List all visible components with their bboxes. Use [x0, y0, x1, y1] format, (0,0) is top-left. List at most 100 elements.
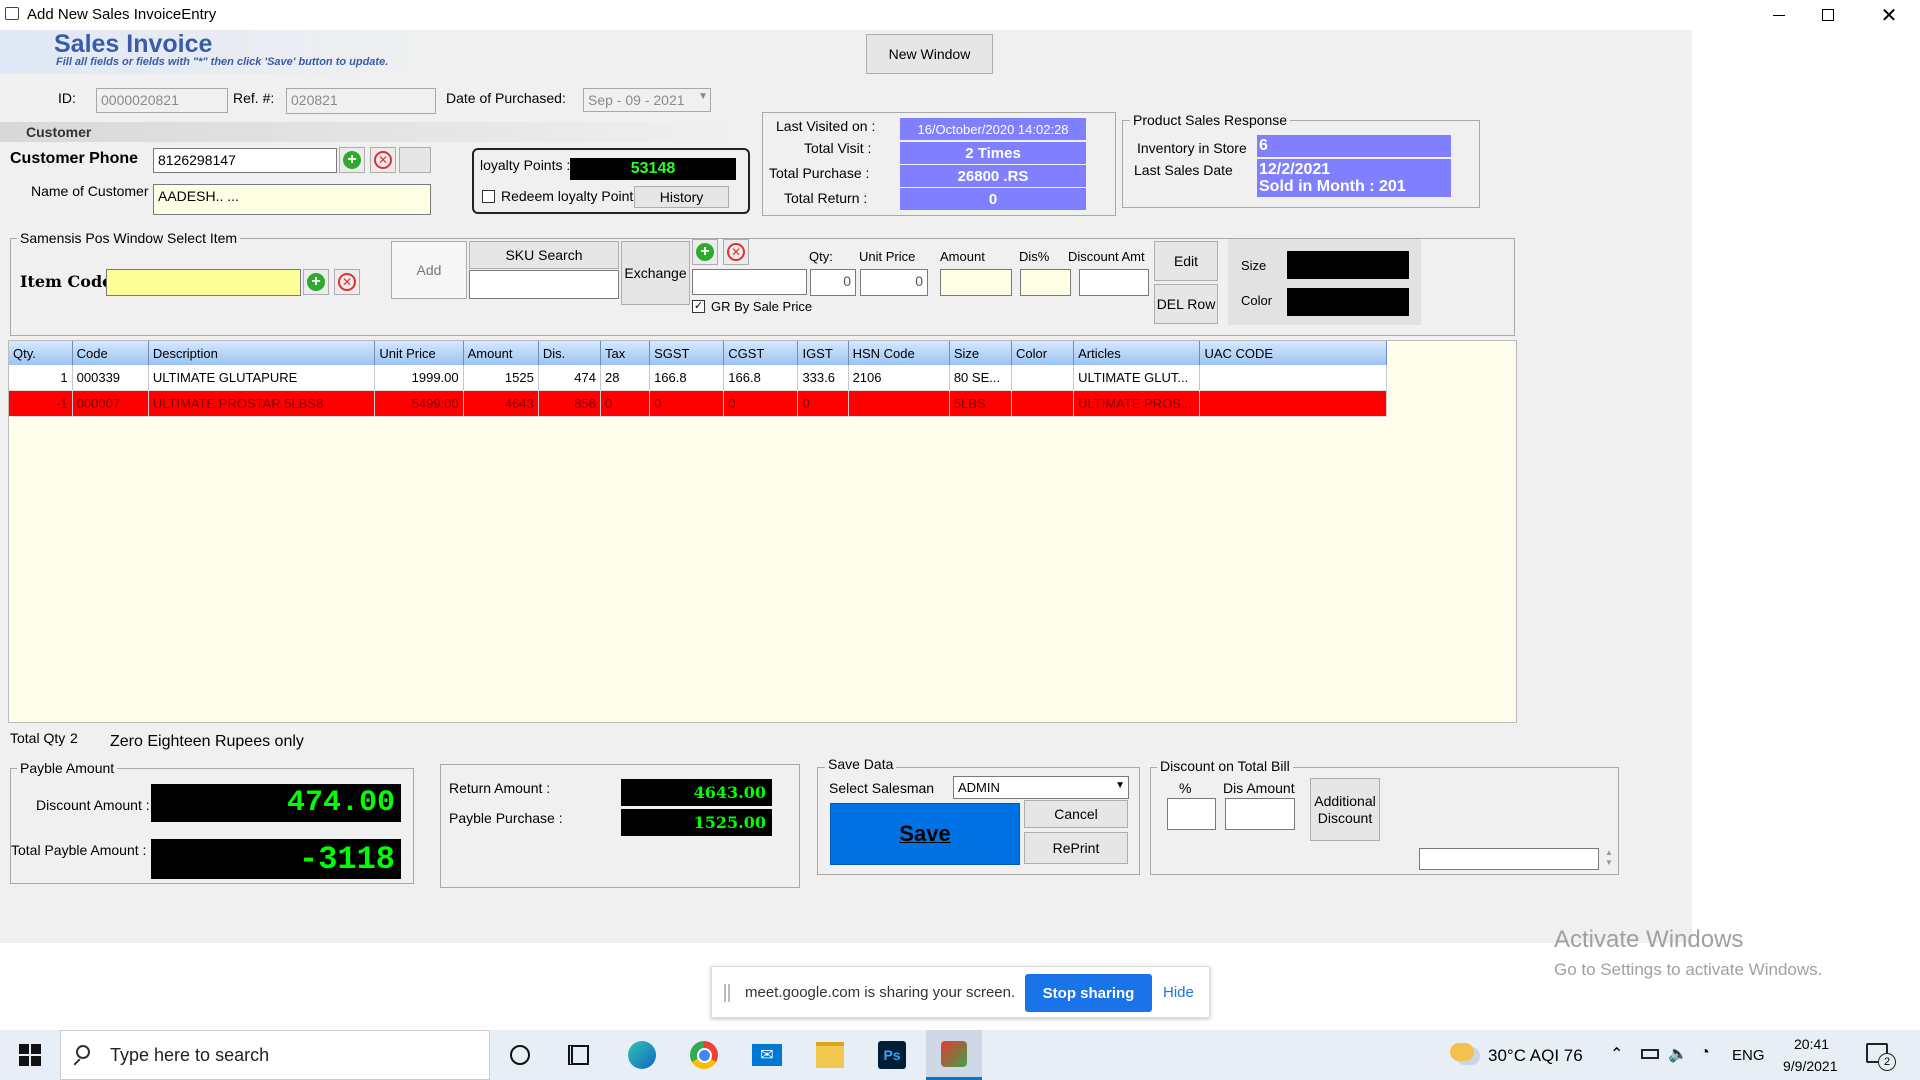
sku-search-button[interactable]: SKU Search: [469, 241, 619, 269]
clear-exchange-icon[interactable]: ✕: [723, 239, 749, 265]
battery-icon[interactable]: [1641, 1049, 1659, 1059]
cancel-button[interactable]: Cancel: [1024, 800, 1128, 828]
add-button[interactable]: Add: [391, 241, 467, 299]
volume-icon[interactable]: 🔈: [1668, 1044, 1688, 1064]
drag-handle-icon[interactable]: [724, 984, 730, 1002]
clear-customer-icon[interactable]: ✕: [370, 147, 396, 173]
table-row[interactable]: 1 000339 ULTIMATE GLUTAPURE 1999.00 1525…: [9, 365, 1387, 391]
additional-discount-button[interactable]: Additional Discount: [1310, 778, 1380, 841]
column-header[interactable]: UAC CODE: [1199, 341, 1387, 365]
add-item-icon[interactable]: +: [303, 269, 329, 295]
taskbar-search-box[interactable]: Type here to search: [60, 1030, 490, 1080]
taskbar-weather[interactable]: 30°C AQI 76: [1488, 1046, 1583, 1066]
windows-start-icon[interactable]: [2, 1030, 58, 1080]
spin-icon[interactable]: ▲ ▼: [1603, 848, 1615, 870]
pos-app-icon[interactable]: [926, 1030, 982, 1080]
discount-amt-field[interactable]: [1079, 269, 1149, 296]
gr-checkbox[interactable]: ✓: [692, 300, 705, 313]
ref-field[interactable]: 020821: [286, 88, 436, 114]
unit-price-field[interactable]: 0: [860, 269, 928, 296]
wifi-icon[interactable]: ◔: [1700, 1044, 1710, 1062]
search-icon: [76, 1045, 90, 1059]
dis-percent-field[interactable]: [1020, 269, 1071, 296]
notifications-icon[interactable]: 2: [1866, 1043, 1896, 1071]
sku-search-field[interactable]: [469, 270, 619, 299]
taskbar-search-placeholder: Type here to search: [110, 1045, 270, 1065]
total-return-label: Total Return :: [784, 190, 868, 206]
percent-field[interactable]: [1167, 798, 1216, 830]
column-header[interactable]: Unit Price: [374, 341, 464, 365]
return-amount-display: 4643.00: [621, 779, 772, 806]
date-picker[interactable]: Sep - 09 - 2021 ▼: [583, 88, 711, 112]
column-header[interactable]: Articles: [1073, 341, 1201, 365]
cell-cgst: 0: [723, 390, 799, 417]
clock-time[interactable]: 20:41: [1794, 1036, 1829, 1052]
loyalty-points-label: loyalty Points :: [480, 157, 571, 173]
weather-icon: [1450, 1043, 1474, 1061]
history-button[interactable]: History: [634, 186, 729, 208]
cortana-icon[interactable]: [492, 1030, 548, 1080]
sold-in-month-value: Sold in Month : 201: [1259, 178, 1406, 195]
salesman-select[interactable]: ADMIN ▼: [953, 776, 1129, 799]
customer-phone-label: Customer Phone: [10, 150, 139, 167]
del-row-button[interactable]: DEL Row: [1154, 284, 1218, 324]
clock-date[interactable]: 9/9/2021: [1783, 1058, 1838, 1074]
column-header[interactable]: CGST: [723, 341, 799, 365]
chevron-down-icon[interactable]: ▼: [1115, 780, 1125, 791]
column-header[interactable]: SGST: [649, 341, 725, 365]
mail-icon[interactable]: ✉: [739, 1030, 795, 1080]
last-sales-label: Last Sales Date: [1134, 162, 1233, 178]
column-header[interactable]: IGST: [797, 341, 849, 365]
photoshop-icon[interactable]: Ps: [864, 1030, 920, 1080]
item-code-field[interactable]: [106, 269, 301, 296]
chevron-down-icon[interactable]: ▼: [698, 91, 708, 102]
id-field[interactable]: 0000020821: [96, 88, 228, 113]
table-row[interactable]: -1 000007 ULTIMATE PROSTAR 5LBS8 5499.00…: [9, 390, 1387, 417]
file-explorer-icon[interactable]: [802, 1030, 858, 1080]
exchange-button[interactable]: Exchange: [621, 241, 690, 305]
tray-chevron-up-icon[interactable]: ⌃: [1610, 1044, 1623, 1064]
clear-item-icon[interactable]: ✕: [334, 269, 360, 295]
stop-sharing-button[interactable]: Stop sharing: [1025, 974, 1152, 1012]
hide-link[interactable]: Hide: [1163, 984, 1194, 1001]
customer-extra-button[interactable]: [399, 147, 431, 173]
discount-note-field[interactable]: [1419, 848, 1599, 870]
customer-name-field[interactable]: AADESH.. ...: [153, 184, 431, 215]
page-subtitle: Fill all fields or fields with "*" then …: [56, 56, 389, 68]
close-icon[interactable]: ✕: [1866, 0, 1912, 30]
exchange-field[interactable]: [692, 269, 807, 295]
restore-icon[interactable]: [1805, 0, 1851, 30]
qty-field[interactable]: 0: [810, 269, 856, 296]
activate-windows-title: Activate Windows: [1554, 926, 1744, 953]
column-header[interactable]: Amount: [463, 341, 539, 365]
edge-icon[interactable]: [614, 1030, 670, 1080]
gr-label: GR By Sale Price: [711, 299, 813, 314]
add-customer-icon[interactable]: +: [339, 147, 365, 173]
amount-in-words: Zero Eighteen Rupees only: [110, 733, 304, 750]
minimize-icon[interactable]: [1756, 0, 1802, 30]
column-header[interactable]: HSN Code: [848, 341, 950, 365]
column-header[interactable]: Size: [949, 341, 1012, 365]
edit-button[interactable]: Edit: [1154, 241, 1218, 281]
reprint-button[interactable]: RePrint: [1024, 832, 1128, 864]
cell-unit-price: 5499.00: [374, 390, 464, 417]
column-header[interactable]: Qty.: [9, 341, 73, 365]
column-header[interactable]: Dis.: [538, 341, 601, 365]
column-header[interactable]: Description: [148, 341, 376, 365]
column-header[interactable]: Code: [72, 341, 149, 365]
amount-field[interactable]: [940, 269, 1012, 296]
add-exchange-icon[interactable]: +: [692, 239, 718, 265]
customer-phone-field[interactable]: 8126298147: [153, 148, 337, 173]
save-button[interactable]: Save: [830, 803, 1020, 865]
redeem-checkbox[interactable]: [482, 190, 495, 203]
task-view-icon[interactable]: [550, 1030, 606, 1080]
items-grid[interactable]: Qty. Code Description Unit Price Amount …: [8, 340, 1517, 723]
language-indicator[interactable]: ENG: [1732, 1047, 1765, 1064]
column-header[interactable]: Tax: [600, 341, 651, 365]
page-title: Sales Invoice: [54, 30, 213, 58]
chrome-icon[interactable]: [676, 1030, 732, 1080]
new-window-button[interactable]: New Window: [866, 34, 993, 74]
dis-amount-field[interactable]: [1225, 798, 1295, 830]
column-header[interactable]: Color: [1011, 341, 1075, 365]
save-title: Save Data: [825, 756, 897, 772]
